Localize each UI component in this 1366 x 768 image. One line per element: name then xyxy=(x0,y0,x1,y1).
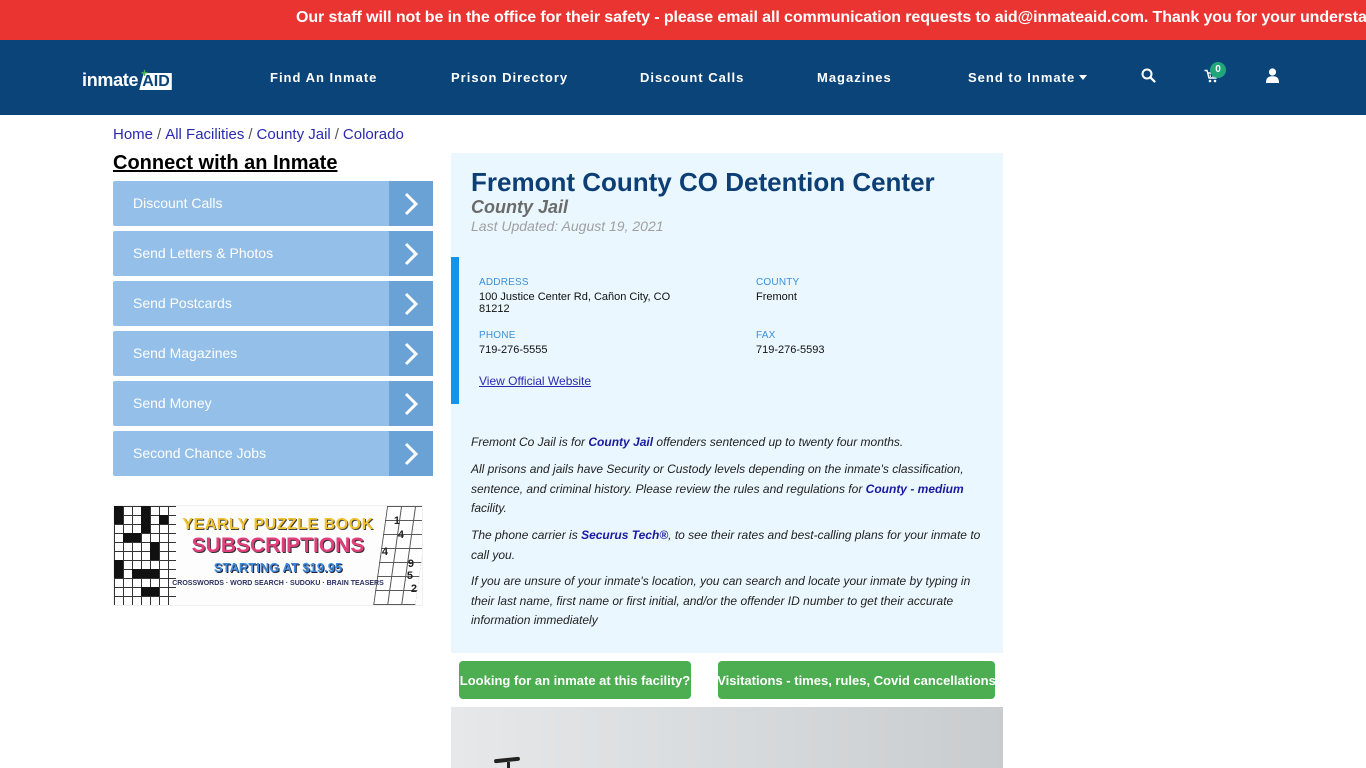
find-inmate-at-facility-button[interactable]: Looking for an inmate at this facility? xyxy=(459,661,691,699)
chevron-right-icon xyxy=(389,381,433,426)
chevron-right-icon xyxy=(389,281,433,326)
description-paragraph-1: Fremont Co Jail is for County Jail offen… xyxy=(471,433,986,453)
inmateaid-logo[interactable]: inmate AID xyxy=(82,66,172,90)
chevron-right-icon xyxy=(389,431,433,476)
nav-send-to-inmate[interactable]: Send to Inmate xyxy=(968,70,1088,85)
county-label: COUNTY xyxy=(756,277,800,288)
search-icon[interactable] xyxy=(1141,68,1156,88)
security-level-link[interactable]: County - medium xyxy=(866,482,964,496)
ad-subscriptions: SUBSCRIPTIONS xyxy=(191,534,365,557)
description-paragraph-3: The phone carrier is Securus Tech®, to s… xyxy=(471,526,986,565)
sudoku-digit: 4 xyxy=(381,546,388,558)
nav-send-to-inmate-label: Send to Inmate xyxy=(968,70,1076,85)
visitations-button[interactable]: Visitations - times, rules, Covid cancel… xyxy=(717,661,996,699)
fax-value: 719-276-5593 xyxy=(756,344,825,356)
ad-categories: CROSSWORDS · WORD SEARCH · SUDOKU · BRAI… xyxy=(172,580,384,587)
breadcrumb-separator: / xyxy=(248,126,253,143)
sidebar-item-send-letters-photos[interactable]: Send Letters & Photos xyxy=(113,231,433,276)
chevron-right-icon xyxy=(389,231,433,276)
chevron-right-icon xyxy=(389,331,433,376)
sidebar-item-label: Send Magazines xyxy=(133,345,238,361)
sidebar-item-second-chance-jobs[interactable]: Second Chance Jobs xyxy=(113,431,433,476)
user-icon[interactable] xyxy=(1266,68,1279,88)
breadcrumb-separator: / xyxy=(334,126,339,143)
facility-type: County Jail xyxy=(471,197,569,217)
description-paragraph-2: All prisons and jails have Security or C… xyxy=(471,460,986,519)
logo-plus-icon: + xyxy=(141,66,149,80)
phone-carrier-link[interactable]: Securus Tech® xyxy=(581,528,668,542)
caret-down-icon xyxy=(1079,75,1088,80)
desc-text: offenders sentenced up to twenty four mo… xyxy=(653,435,904,449)
nav-find-inmate[interactable]: Find An Inmate xyxy=(270,70,377,85)
ad-headline: YEARLY PUZZLE BOOK xyxy=(182,516,374,533)
facility-photo xyxy=(451,707,1003,768)
phone-label: PHONE xyxy=(479,330,516,341)
breadcrumb-separator: / xyxy=(157,126,162,143)
puzzle-book-ad-banner[interactable]: 1 4 4 9 5 2 YEARLY PUZZLE BOOK SUBSCRIPT… xyxy=(113,505,423,606)
address-line1: 100 Justice Center Rd, Cañon City, CO xyxy=(479,291,671,303)
alert-banner: Our staff will not be in the office for … xyxy=(0,0,1366,40)
county-value: Fremont xyxy=(756,291,797,303)
sidebar-item-send-postcards[interactable]: Send Postcards xyxy=(113,281,433,326)
desc-text: facility. xyxy=(471,501,507,515)
description-paragraph-4: If you are unsure of your inmate's locat… xyxy=(471,574,971,627)
last-updated: Last Updated: August 19, 2021 xyxy=(471,218,664,234)
connect-menu: Discount Calls Send Letters & Photos Sen… xyxy=(113,181,433,481)
street-lamp-pole xyxy=(507,762,510,768)
facility-card: Fremont County CO Detention Center Count… xyxy=(451,153,1003,653)
nav-discount-calls[interactable]: Discount Calls xyxy=(640,70,744,85)
county-jail-link[interactable]: County Jail xyxy=(588,435,653,449)
sudoku-digit: 5 xyxy=(406,570,413,582)
breadcrumb: Home / All Facilities / County Jail / Colorado xyxy=(113,126,404,143)
logo-text-inmate: inmate xyxy=(82,70,139,90)
sudoku-digit: 9 xyxy=(407,558,414,570)
desc-text: Fremont Co Jail is for xyxy=(471,435,589,449)
official-website-link[interactable]: View Official Website xyxy=(479,374,591,388)
breadcrumb-all-facilities[interactable]: All Facilities xyxy=(165,126,244,143)
sidebar-item-discount-calls[interactable]: Discount Calls xyxy=(113,181,433,226)
sidebar-item-label: Second Chance Jobs xyxy=(133,445,267,461)
sudoku-digit: 1 xyxy=(393,515,400,527)
sudoku-digit: 4 xyxy=(397,529,404,541)
sidebar-item-label: Send Letters & Photos xyxy=(133,245,274,261)
nav-prison-directory[interactable]: Prison Directory xyxy=(451,70,568,85)
ad-price: STARTING AT $19.95 xyxy=(213,560,343,575)
main-navbar: inmate AID + Find An Inmate Prison Direc… xyxy=(0,40,1366,115)
facility-info-box: ADDRESS 100 Justice Center Rd, Cañon Cit… xyxy=(451,257,1003,404)
sidebar-item-label: Discount Calls xyxy=(133,195,223,211)
address-line2: 81212 xyxy=(479,303,510,315)
facility-title: Fremont County CO Detention Center xyxy=(471,167,935,197)
breadcrumb-home[interactable]: Home xyxy=(113,126,153,143)
sidebar-item-label: Send Money xyxy=(133,395,212,411)
nav-magazines[interactable]: Magazines xyxy=(817,70,892,85)
alert-text: Our staff will not be in the office for … xyxy=(296,9,1366,26)
sidebar-item-send-magazines[interactable]: Send Magazines xyxy=(113,331,433,376)
phone-value: 719-276-5555 xyxy=(479,344,548,356)
fax-label: FAX xyxy=(756,330,776,341)
connect-with-inmate-heading[interactable]: Connect with an Inmate xyxy=(113,152,337,175)
sudoku-digit: 2 xyxy=(410,583,417,595)
sidebar-item-send-money[interactable]: Send Money xyxy=(113,381,433,426)
chevron-right-icon xyxy=(389,181,433,226)
breadcrumb-county-jail[interactable]: County Jail xyxy=(257,126,331,143)
desc-text: The phone carrier is xyxy=(471,528,582,542)
breadcrumb-colorado[interactable]: Colorado xyxy=(343,126,404,143)
cart-count-badge: 0 xyxy=(1210,62,1226,78)
sidebar-item-label: Send Postcards xyxy=(133,295,232,311)
address-label: ADDRESS xyxy=(479,277,529,288)
crossword-graphic xyxy=(114,506,176,605)
